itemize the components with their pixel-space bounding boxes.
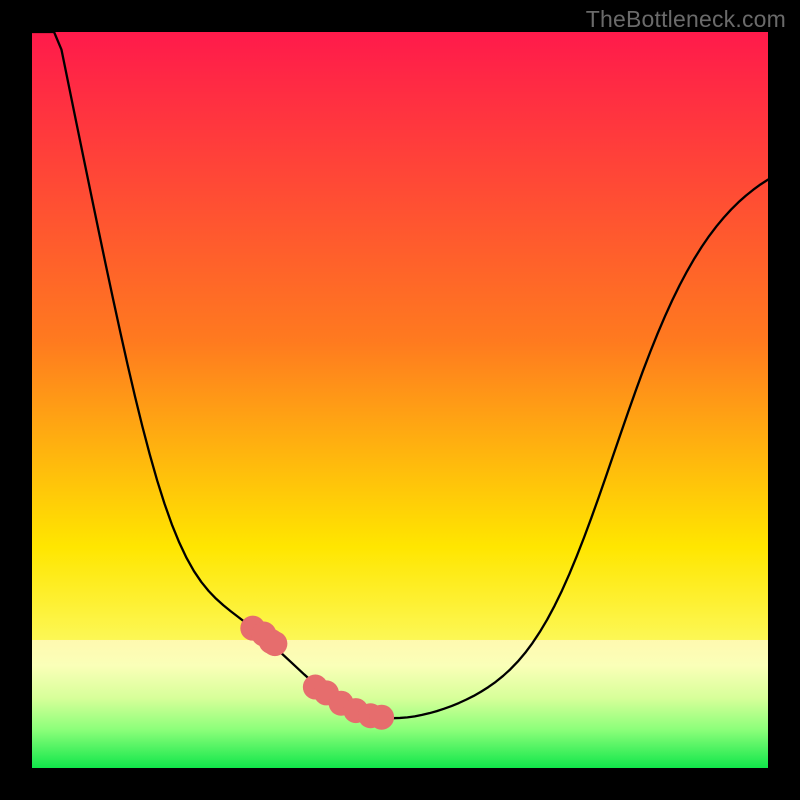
bottom-band (32, 640, 768, 768)
plot-area (32, 32, 768, 768)
watermark-text: TheBottleneck.com (586, 6, 786, 33)
gradient-background (32, 32, 768, 768)
chart-root: TheBottleneck.com (0, 0, 800, 800)
